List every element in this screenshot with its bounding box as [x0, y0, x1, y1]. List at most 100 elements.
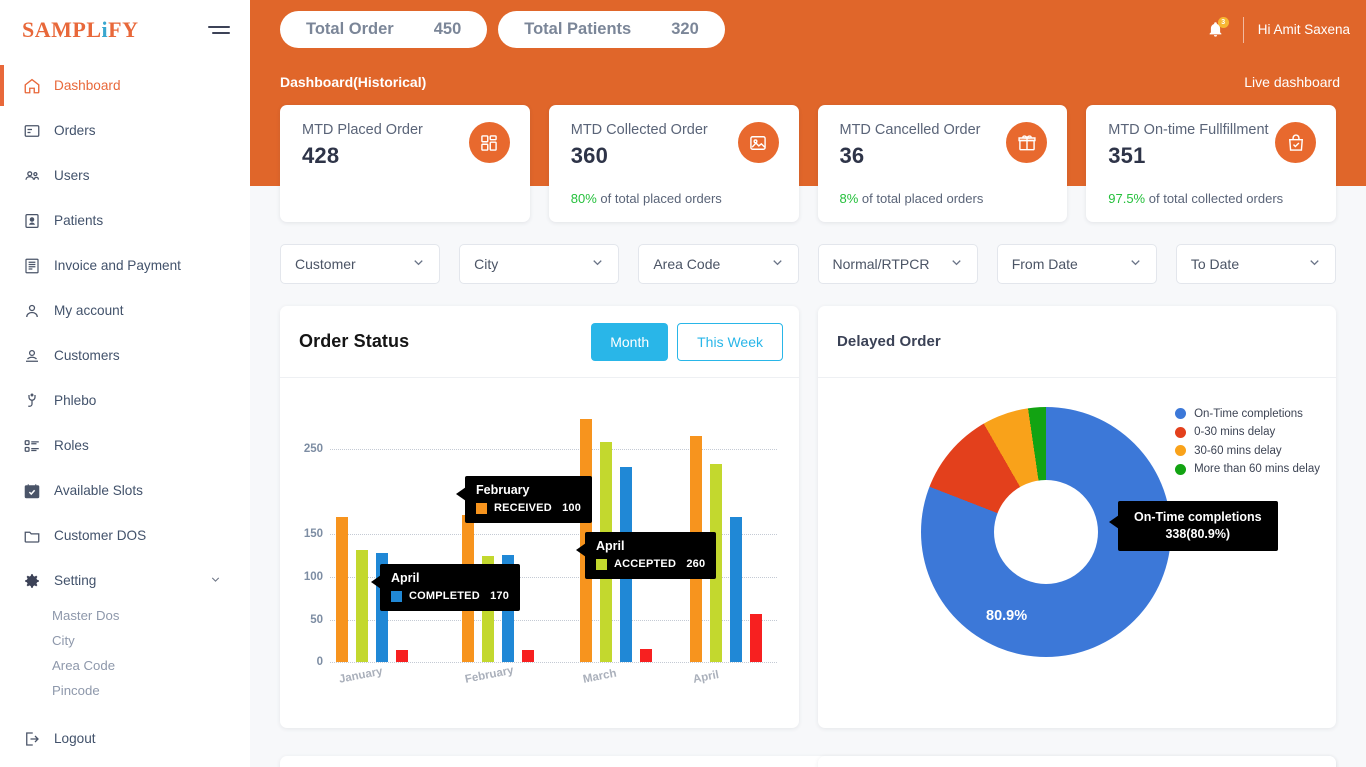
sidebar-item-invoice-and-payment[interactable]: Invoice and Payment	[0, 243, 250, 288]
legend-dot	[1175, 445, 1187, 457]
donut-chart: 80.9% 10.8% 6% On-Time completions 0-30 mins…	[818, 378, 1336, 727]
order-status-title: Order Status	[299, 331, 410, 352]
legend-dot	[1175, 426, 1187, 438]
sidebar-item-label: My account	[54, 303, 124, 318]
donut-slice-label: 6%	[896, 435, 917, 452]
bar-cancelled-january[interactable]	[396, 650, 408, 663]
tooltip-title: February	[476, 483, 530, 498]
bar-tooltip: April ACCEPTED 260	[576, 532, 717, 580]
sidebar-item-label: Customers	[54, 348, 120, 363]
card-title: MTD Placed Order	[302, 122, 423, 138]
legend-item[interactable]: On-Time completions	[1175, 404, 1320, 423]
sidebar-item-label: Users	[54, 168, 90, 183]
donut-tooltip-line2: 338(80.9%)	[1165, 527, 1231, 542]
filter-area-code[interactable]: Area Code	[638, 244, 799, 285]
filter-to-date[interactable]: To Date	[1175, 244, 1337, 285]
filter-test-type[interactable]: Normal/RTPCR	[817, 244, 978, 285]
donut-slice-label: 10.8%	[858, 472, 900, 489]
legend-dot	[1175, 463, 1187, 475]
bar-received-january[interactable]	[336, 517, 348, 663]
gear-icon	[22, 571, 41, 590]
notification-badge: 3	[1217, 16, 1229, 28]
chevron-down-icon	[590, 255, 605, 273]
logout-icon	[22, 729, 41, 748]
chevron-down-icon	[949, 255, 964, 273]
card-footer-text: of total collected orders	[1148, 191, 1284, 207]
sidebar-item-users[interactable]: Users	[0, 153, 250, 198]
delayed-order-header: Delayed Order	[818, 306, 1336, 379]
sidebar-subitem-area-code[interactable]: Area Code	[0, 653, 250, 678]
sidebar-item-customer-dos[interactable]: Customer DOS	[0, 513, 250, 558]
sidebar-item-dashboard[interactable]: Dashboard	[0, 63, 250, 108]
sidebar-subitem-label: Area Code	[52, 658, 116, 673]
app-logo[interactable]: SAMPLiFY	[22, 17, 138, 43]
bar-accepted-january[interactable]	[356, 549, 368, 663]
filter-bar: Customer City Area Code Normal/RTPCR Fro…	[280, 244, 1337, 285]
sidebar-item-available-slots[interactable]: Available Slots	[0, 468, 250, 513]
tooltip-title: April	[391, 571, 420, 586]
legend-item[interactable]: 30-60 mins delay	[1175, 441, 1320, 460]
sidebar: SAMPLiFY Dashboard Orders Users Patients	[0, 0, 250, 767]
card-mtd-cancelled-order[interactable]: MTD Cancelled Order 36 8% of total place…	[817, 105, 1068, 223]
legend-item[interactable]: 0-30 mins delay	[1175, 423, 1320, 442]
sidebar-item-label: Customer DOS	[54, 528, 147, 543]
sidebar-subitem-pincode[interactable]: Pincode	[0, 678, 250, 703]
menu-toggle-icon[interactable]	[208, 22, 230, 38]
tab-month[interactable]: Month	[591, 322, 669, 361]
card-value: 360	[570, 143, 609, 169]
tooltip-series: RECEIVED	[494, 502, 552, 515]
dashboard-subheader: Dashboard(Historical) Live dashboard	[250, 59, 1366, 105]
folder-icon	[22, 526, 41, 545]
total-order-pill[interactable]: Total Order 450	[280, 11, 488, 48]
filter-city[interactable]: City	[459, 244, 620, 285]
sidebar-item-logout[interactable]: Logout	[0, 716, 250, 761]
customers-icon	[22, 346, 41, 365]
card-footer-pct: 97.5%	[1108, 191, 1146, 207]
next-panel-right-preview	[818, 756, 1336, 767]
sidebar-subitem-city[interactable]: City	[0, 628, 250, 653]
bar-completed-april[interactable]	[730, 517, 742, 663]
sidebar-item-label: Logout	[54, 731, 96, 746]
tooltip-swatch	[391, 590, 402, 602]
filter-customer[interactable]: Customer	[280, 244, 441, 285]
legend-item[interactable]: More than 60 mins delay	[1175, 460, 1320, 479]
card-mtd-collected-order[interactable]: MTD Collected Order 360 80% of total pla…	[548, 105, 799, 223]
card-value: 428	[302, 143, 340, 169]
calendar-icon	[22, 481, 41, 500]
y-axis-tick: 100	[303, 570, 323, 583]
filter-from-date[interactable]: From Date	[996, 244, 1157, 285]
notification-button[interactable]: 3	[1201, 15, 1231, 45]
sidebar-item-customers[interactable]: Customers	[0, 333, 250, 378]
sidebar-item-patients[interactable]: Patients	[0, 198, 250, 243]
sidebar-item-phlebo[interactable]: Phlebo	[0, 378, 250, 423]
sidebar-item-orders[interactable]: Orders	[0, 108, 250, 153]
sidebar-subitem-master-dos[interactable]: Master Dos	[0, 603, 250, 628]
bar-cancelled-march[interactable]	[640, 648, 652, 663]
stat-cards: MTD Placed Order 428 MTD Collected Order…	[280, 105, 1336, 223]
sidebar-item-label: Phlebo	[54, 393, 97, 408]
card-mtd-on-time-fullfillment[interactable]: MTD On-time Fullfillment 351 97.5% of to…	[1086, 105, 1336, 223]
user-greeting[interactable]: Hi Amit Saxena	[1258, 22, 1350, 37]
phlebo-icon	[22, 391, 41, 410]
tab-this-week[interactable]: This Week	[677, 322, 783, 361]
content: MTD Placed Order 428 MTD Collected Order…	[250, 105, 1366, 729]
live-dashboard-link[interactable]: Live dashboard	[1244, 74, 1340, 90]
bar-cancelled-february[interactable]	[522, 650, 534, 663]
total-patients-pill[interactable]: Total Patients 320	[498, 11, 725, 48]
logo-part-b: FY	[108, 16, 139, 42]
y-axis-tick: 150	[303, 528, 323, 541]
sidebar-item-label: Available Slots	[54, 483, 143, 498]
x-axis-label: January	[338, 665, 384, 687]
card-footer-text: of total placed orders	[600, 191, 722, 207]
sidebar-item-roles[interactable]: Roles	[0, 423, 250, 468]
sidebar-item-setting[interactable]: Setting	[0, 558, 250, 603]
bar-cancelled-april[interactable]	[750, 613, 762, 663]
grid-line	[330, 662, 777, 664]
y-axis-tick: 250	[303, 442, 323, 455]
card-mtd-placed-order[interactable]: MTD Placed Order 428	[280, 105, 530, 223]
legend-label: More than 60 mins delay	[1194, 463, 1320, 476]
patients-icon	[22, 211, 41, 230]
sidebar-item-my-account[interactable]: My account	[0, 288, 250, 333]
sidebar-item-label: Invoice and Payment	[54, 258, 181, 273]
brand-row: SAMPLiFY	[0, 0, 250, 59]
